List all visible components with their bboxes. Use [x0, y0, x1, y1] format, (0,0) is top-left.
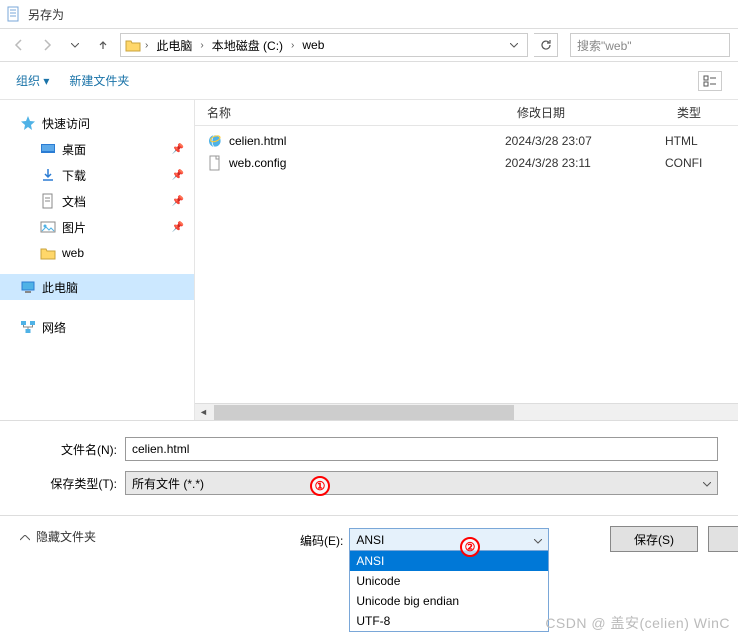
encoding-option[interactable]: Unicode — [350, 571, 548, 591]
view-options-button[interactable] — [698, 71, 722, 91]
savetype-label: 保存类型(T): — [20, 475, 125, 492]
chevron-right-icon: › — [145, 40, 148, 51]
column-header-type[interactable]: 类型 — [665, 104, 735, 121]
pin-icon: 📌 — [172, 222, 184, 233]
back-button[interactable] — [8, 34, 30, 56]
encoding-option[interactable]: Unicode big endian — [350, 591, 548, 611]
horizontal-scrollbar[interactable]: ◄ — [195, 403, 738, 420]
sidebar-pictures[interactable]: 图片 📌 — [0, 214, 194, 240]
filename-value: celien.html — [132, 442, 189, 456]
html-file-icon — [207, 133, 223, 149]
sidebar-downloads[interactable]: 下载 📌 — [0, 162, 194, 188]
encoding-label: 编码(E): — [300, 528, 343, 549]
save-button-label: 保存(S) — [634, 531, 674, 548]
sidebar-quick-access[interactable]: 快速访问 — [0, 110, 194, 136]
savetype-value: 所有文件 (*.*) — [132, 475, 204, 492]
document-icon — [40, 193, 56, 209]
encoding-dropdown[interactable]: ANSI ANSI Unicode Unicode big endian UTF… — [349, 528, 549, 632]
savetype-dropdown[interactable]: 所有文件 (*.*) — [125, 471, 718, 495]
column-header-name[interactable]: 名称 — [195, 104, 505, 121]
sidebar-item-label: 图片 — [62, 219, 86, 236]
star-icon — [20, 115, 36, 131]
file-row[interactable]: web.config 2024/3/28 23:11 CONFI — [195, 152, 738, 174]
encoding-options-list: ANSI Unicode Unicode big endian UTF-8 — [350, 551, 548, 631]
chevron-up-icon — [20, 530, 30, 544]
address-dropdown[interactable] — [505, 43, 523, 48]
sidebar-item-label: 此电脑 — [42, 279, 78, 296]
sidebar-item-label: web — [62, 246, 84, 260]
picture-icon — [40, 219, 56, 235]
computer-icon — [20, 279, 36, 295]
file-name: web.config — [229, 156, 286, 170]
secondary-button[interactable] — [708, 526, 738, 552]
search-placeholder: 搜索"web" — [577, 37, 632, 54]
file-row[interactable]: celien.html 2024/3/28 23:07 HTML — [195, 130, 738, 152]
download-icon — [40, 167, 56, 183]
up-button[interactable] — [92, 34, 114, 56]
sidebar-item-label: 下载 — [62, 167, 86, 184]
encoding-option[interactable]: ANSI — [350, 551, 548, 571]
scroll-left-arrow[interactable]: ◄ — [195, 405, 212, 420]
filename-label: 文件名(N): — [20, 441, 125, 458]
hide-folders-button[interactable]: 隐藏文件夹 — [20, 528, 96, 545]
pin-icon: 📌 — [172, 144, 184, 155]
pin-icon: 📌 — [172, 170, 184, 181]
column-headers: 名称 修改日期 类型 — [195, 100, 738, 126]
sidebar-network[interactable]: 网络 — [0, 314, 194, 340]
sidebar-desktop[interactable]: 桌面 📌 — [0, 136, 194, 162]
nav-bar: › 此电脑 › 本地磁盘 (C:) › web 搜索"web" — [0, 28, 738, 62]
sidebar-item-label: 快速访问 — [42, 115, 90, 132]
sidebar-web[interactable]: web — [0, 240, 194, 266]
network-icon — [20, 319, 36, 335]
file-list-area: 名称 修改日期 类型 celien.html 2024/3/28 23:07 H… — [195, 100, 738, 420]
encoding-selected-value: ANSI — [356, 533, 384, 547]
notepad-icon — [6, 6, 22, 22]
file-type: CONFI — [665, 156, 735, 170]
desktop-icon — [40, 141, 56, 157]
scrollbar-thumb[interactable] — [214, 405, 514, 420]
address-bar[interactable]: › 此电脑 › 本地磁盘 (C:) › web — [120, 33, 528, 57]
hide-folders-label: 隐藏文件夹 — [36, 528, 96, 545]
sidebar-item-label: 桌面 — [62, 141, 86, 158]
sidebar-this-pc[interactable]: 此电脑 — [0, 274, 194, 300]
chevron-down-icon — [703, 476, 711, 490]
sidebar: 快速访问 桌面 📌 下载 📌 文档 📌 图片 📌 web 此电脑 — [0, 100, 195, 420]
organize-menu[interactable]: 组织 ▾ — [16, 72, 49, 89]
file-date: 2024/3/28 23:11 — [505, 156, 665, 170]
window-title: 另存为 — [28, 6, 64, 23]
breadcrumb-folder[interactable]: web — [298, 38, 328, 52]
forward-button[interactable] — [36, 34, 58, 56]
folder-icon — [40, 245, 56, 261]
file-type: HTML — [665, 134, 735, 148]
chevron-down-icon — [534, 533, 542, 547]
pin-icon: 📌 — [172, 196, 184, 207]
sidebar-item-label: 文档 — [62, 193, 86, 210]
encoding-option[interactable]: UTF-8 — [350, 611, 548, 631]
save-form: 文件名(N): celien.html 保存类型(T): 所有文件 (*.*) — [0, 420, 738, 515]
bottom-bar: 隐藏文件夹 编码(E): ANSI ANSI Unicode Unicode b… — [0, 515, 738, 615]
breadcrumb-pc[interactable]: 此电脑 — [152, 37, 196, 54]
column-header-date[interactable]: 修改日期 — [505, 104, 665, 121]
new-folder-button[interactable]: 新建文件夹 — [69, 72, 129, 89]
sidebar-documents[interactable]: 文档 📌 — [0, 188, 194, 214]
folder-icon — [125, 37, 141, 53]
refresh-button[interactable] — [534, 33, 558, 57]
config-file-icon — [207, 155, 223, 171]
chevron-right-icon: › — [200, 40, 203, 51]
watermark: CSDN @ 盖安(celien) WinC — [545, 613, 730, 633]
save-button[interactable]: 保存(S) — [610, 526, 698, 552]
file-list: celien.html 2024/3/28 23:07 HTML web.con… — [195, 126, 738, 403]
breadcrumb-drive[interactable]: 本地磁盘 (C:) — [208, 37, 287, 54]
file-name: celien.html — [229, 134, 286, 148]
title-bar: 另存为 — [0, 0, 738, 28]
filename-input[interactable]: celien.html — [125, 437, 718, 461]
sidebar-item-label: 网络 — [42, 319, 66, 336]
file-date: 2024/3/28 23:07 — [505, 134, 665, 148]
main-area: 快速访问 桌面 📌 下载 📌 文档 📌 图片 📌 web 此电脑 — [0, 100, 738, 420]
history-dropdown[interactable] — [64, 34, 86, 56]
toolbar: 组织 ▾ 新建文件夹 — [0, 62, 738, 100]
search-input[interactable]: 搜索"web" — [570, 33, 730, 57]
chevron-right-icon: › — [291, 40, 294, 51]
